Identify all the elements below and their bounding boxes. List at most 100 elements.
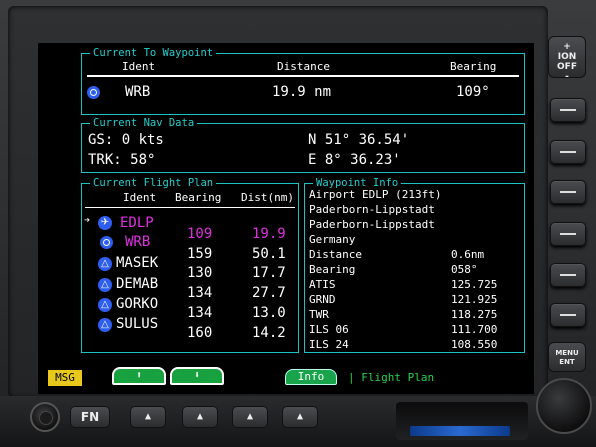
power-plus-label: +	[563, 42, 571, 52]
button-mark	[560, 109, 576, 111]
wpt-info-value: 058°	[451, 263, 478, 276]
wpt-info-line: Germany	[309, 233, 356, 246]
fp-row-ident[interactable]: SULUS	[116, 316, 158, 332]
softkey-2[interactable]: ▲	[182, 406, 218, 428]
airport-icon: ✈	[98, 216, 112, 230]
fp-row-ident[interactable]: WRB	[125, 234, 150, 250]
fp-row-ident[interactable]: MASEK	[116, 255, 158, 271]
distance-header: Distance	[277, 60, 330, 73]
fn-button[interactable]: FN	[70, 406, 110, 428]
down-arrow-icon: ⬇	[193, 370, 201, 381]
button-mark	[560, 314, 576, 316]
current-to-waypoint-panel: Current To Waypoint Ident Distance Beari…	[81, 46, 525, 115]
fp-row-dist: 50.1	[252, 246, 286, 262]
menu-enter-button[interactable]: MENU ENT	[548, 342, 586, 372]
wpt-info-line: Paderborn-Lippstadt	[309, 203, 435, 216]
wpt-info-line: Paderborn-Lippstadt	[309, 218, 435, 231]
info-softkey[interactable]: Info	[285, 369, 337, 385]
line-select-button-2[interactable]	[550, 140, 586, 164]
power-minus-label: -	[565, 72, 569, 82]
fp-row-bearing: 134	[187, 305, 213, 321]
data-card-slot	[396, 402, 528, 440]
menu-label: MENU	[555, 349, 579, 357]
msg-annunciator[interactable]: MSG	[48, 370, 82, 386]
wpt-info-label: Distance	[309, 248, 362, 261]
waypoint-info-panel: Waypoint Info Airport EDLP (213ft) Pader…	[304, 176, 525, 353]
dual-concentric-knob[interactable]	[536, 378, 592, 434]
button-mark	[560, 274, 576, 276]
panel-title: Current Nav Data	[90, 116, 198, 130]
fp-row-bearing: 160	[187, 325, 213, 341]
line-select-button-4[interactable]	[550, 222, 586, 246]
fp-dist-header: Dist(nm)	[241, 191, 294, 204]
track: TRK: 58°	[88, 152, 156, 168]
data-card	[410, 426, 510, 436]
fp-row-dist: 13.0	[252, 305, 286, 321]
fp-row-ident[interactable]: DEMAB	[116, 276, 158, 292]
flight-plan-softkey-label[interactable]: | Flight Plan	[348, 371, 434, 384]
display-screen: Current To Waypoint Ident Distance Beari…	[38, 43, 534, 394]
wpt-info-value: 108.550	[451, 338, 498, 351]
nav-data-panel: Current Nav Data GS: 0 kts TRK: 58° N 51…	[81, 116, 525, 173]
panel-title: Current To Waypoint	[90, 46, 217, 60]
wpt-info-line: Airport EDLP (213ft)	[309, 188, 442, 201]
up-arrow-icon: ⬆	[135, 370, 143, 381]
header-divider	[85, 207, 295, 208]
scroll-down-softkey[interactable]: ⬇	[170, 367, 224, 385]
line-select-button-5[interactable]	[550, 263, 586, 287]
to-waypoint-ident: WRB	[125, 84, 151, 100]
fp-row-dist: 27.7	[252, 285, 286, 301]
fp-row-dist: 14.2	[252, 325, 286, 341]
scroll-up-softkey[interactable]: ⬆	[112, 367, 166, 385]
enter-label: ENT	[559, 358, 575, 366]
fp-bearing-header: Bearing	[175, 191, 222, 204]
wpt-info-label: ATIS	[309, 278, 336, 291]
fp-row-bearing: 159	[187, 246, 213, 262]
wpt-info-value: 0.6nm	[451, 248, 485, 261]
fp-row-bearing: 109	[187, 226, 213, 242]
wpt-info-value: 121.925	[451, 293, 498, 306]
line-select-button-3[interactable]	[550, 180, 586, 204]
intersection-icon: △	[98, 318, 112, 332]
wpt-info-label: Bearing	[309, 263, 356, 276]
line-select-button-1[interactable]	[550, 98, 586, 122]
wpt-info-value: 111.700	[451, 323, 498, 336]
vor-waypoint-icon	[87, 86, 100, 99]
fp-row-bearing: 134	[187, 285, 213, 301]
power-off-label: OFF	[557, 62, 577, 72]
intersection-icon: △	[98, 298, 112, 312]
volume-knob[interactable]	[30, 402, 60, 432]
softkey-3[interactable]: ▲	[232, 406, 268, 428]
flight-plan-panel: Current Flight Plan Ident Bearing Dist(n…	[81, 176, 299, 353]
wpt-info-label: GRND	[309, 293, 336, 306]
ground-speed: GS: 0 kts	[88, 132, 164, 148]
button-mark	[560, 191, 576, 193]
intersection-icon: △	[98, 257, 112, 271]
fp-row-bearing: 130	[187, 265, 213, 281]
power-button[interactable]: + ION OFF -	[548, 36, 586, 82]
button-mark	[560, 233, 576, 235]
ident-header: Ident	[122, 60, 156, 73]
intersection-icon: △	[98, 278, 112, 292]
to-waypoint-bearing: 109°	[456, 84, 490, 100]
power-on-label: ION	[557, 52, 577, 62]
latitude: N 51° 36.54'	[308, 132, 410, 148]
fp-row-ident[interactable]: GORKO	[116, 296, 158, 312]
wpt-info-label: ILS 06	[309, 323, 349, 336]
to-waypoint-distance: 19.9 nm	[272, 84, 332, 100]
fp-row-ident[interactable]: EDLP	[120, 215, 154, 231]
bearing-header: Bearing	[450, 60, 497, 73]
line-select-button-6[interactable]	[550, 303, 586, 327]
wpt-info-label: ILS 24	[309, 338, 349, 351]
wpt-info-value: 125.725	[451, 278, 498, 291]
vor-waypoint-icon	[100, 236, 113, 249]
fp-row-dist: 17.7	[252, 265, 286, 281]
button-mark	[560, 151, 576, 153]
wpt-info-value: 118.275	[451, 308, 498, 321]
softkey-4[interactable]: ▲	[282, 406, 318, 428]
softkey-1[interactable]: ▲	[130, 406, 166, 428]
header-divider	[87, 75, 519, 77]
fp-row-dist: 19.9	[252, 226, 286, 242]
panel-title: Current Flight Plan	[90, 176, 217, 190]
wpt-info-label: TWR	[309, 308, 329, 321]
